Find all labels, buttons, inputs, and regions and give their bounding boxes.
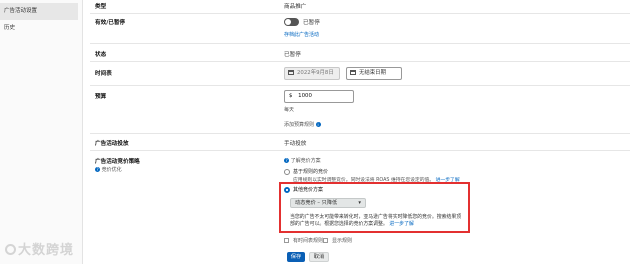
other-bidding-desc: 当您的广告不太可能带来转化时，亚马逊广告将实时降低您的竞价。搜索结果顶部的广告可… <box>290 214 462 227</box>
bidding-strategy-select[interactable]: 动态竞价 – 只降低 ▾ <box>290 198 366 208</box>
add-budget-rule-link[interactable]: 添加预算规则 i <box>284 121 321 128</box>
info-icon: ? <box>284 158 289 163</box>
rule-based-bidding-title: 基于规则的竞价 <box>293 169 329 175</box>
save-button[interactable]: 保存 <box>287 252 305 262</box>
status-value: 已暂停 <box>284 52 301 58</box>
budget-period: 每天 <box>284 107 295 113</box>
cancel-button[interactable]: 取消 <box>309 252 329 262</box>
other-bidding-title: 其他竞价方案 <box>293 187 324 193</box>
chevron-down-icon: ▾ <box>358 200 361 206</box>
budget-label: 预算 <box>95 94 107 100</box>
bidding-strategy-label: 广告活动竞价策略 <box>95 159 140 165</box>
active-label: 有效/已暂停 <box>95 20 126 26</box>
divider <box>90 133 630 134</box>
calendar-icon <box>288 70 294 75</box>
schedule-label: 时间表 <box>95 71 112 77</box>
toggle-knob <box>285 19 291 25</box>
divider <box>90 43 630 44</box>
placement-label: 广告活动投放 <box>95 141 129 147</box>
divider <box>90 61 630 62</box>
rule-based-bidding-radio[interactable] <box>284 169 290 175</box>
placement-value: 手动投放 <box>284 141 307 147</box>
toggle-text: 已暂停 <box>303 20 320 26</box>
watermark: 大数跨境 <box>5 239 74 258</box>
bid-optimization-help-link[interactable]: ? 竞价优化 <box>95 166 122 173</box>
divider <box>90 150 630 151</box>
active-toggle[interactable] <box>284 18 299 26</box>
info-icon: i <box>315 122 321 127</box>
show-rule-checkbox[interactable] <box>323 238 328 243</box>
schedule-rule-checkbox[interactable] <box>284 238 289 243</box>
type-value: 商品推广 <box>284 4 307 10</box>
start-date-field[interactable]: 2022年9月8日 <box>284 67 340 80</box>
budget-input[interactable]: $ 1000 <box>284 90 354 103</box>
show-rule-link[interactable]: 显示规则 <box>332 237 352 244</box>
schedule-rule-label: 有时间表规则 <box>293 238 324 244</box>
help-icon: ? <box>95 167 100 172</box>
watermark-logo-icon <box>5 244 16 255</box>
calendar-icon <box>350 70 356 75</box>
learn-more-link[interactable]: 进一步了解 <box>389 221 413 227</box>
divider <box>90 85 630 86</box>
divider <box>90 13 630 14</box>
learn-bidding-link[interactable]: ? 了解竞价方案 <box>284 157 321 164</box>
other-bidding-radio[interactable] <box>284 187 290 193</box>
type-label: 类型 <box>95 4 107 10</box>
end-date-field[interactable]: 无结束日期 <box>346 67 402 80</box>
sidebar: 广告活动设置 历史 <box>0 0 83 264</box>
currency-symbol: $ <box>289 93 293 99</box>
status-label: 状态 <box>95 52 107 58</box>
sidebar-item-history[interactable]: 历史 <box>0 20 78 37</box>
budget-amount: 1000 <box>298 93 312 99</box>
sidebar-item-campaign-settings[interactable]: 广告活动设置 <box>0 3 78 20</box>
archive-campaign-link[interactable]: 存档此广告活动 <box>284 31 319 38</box>
